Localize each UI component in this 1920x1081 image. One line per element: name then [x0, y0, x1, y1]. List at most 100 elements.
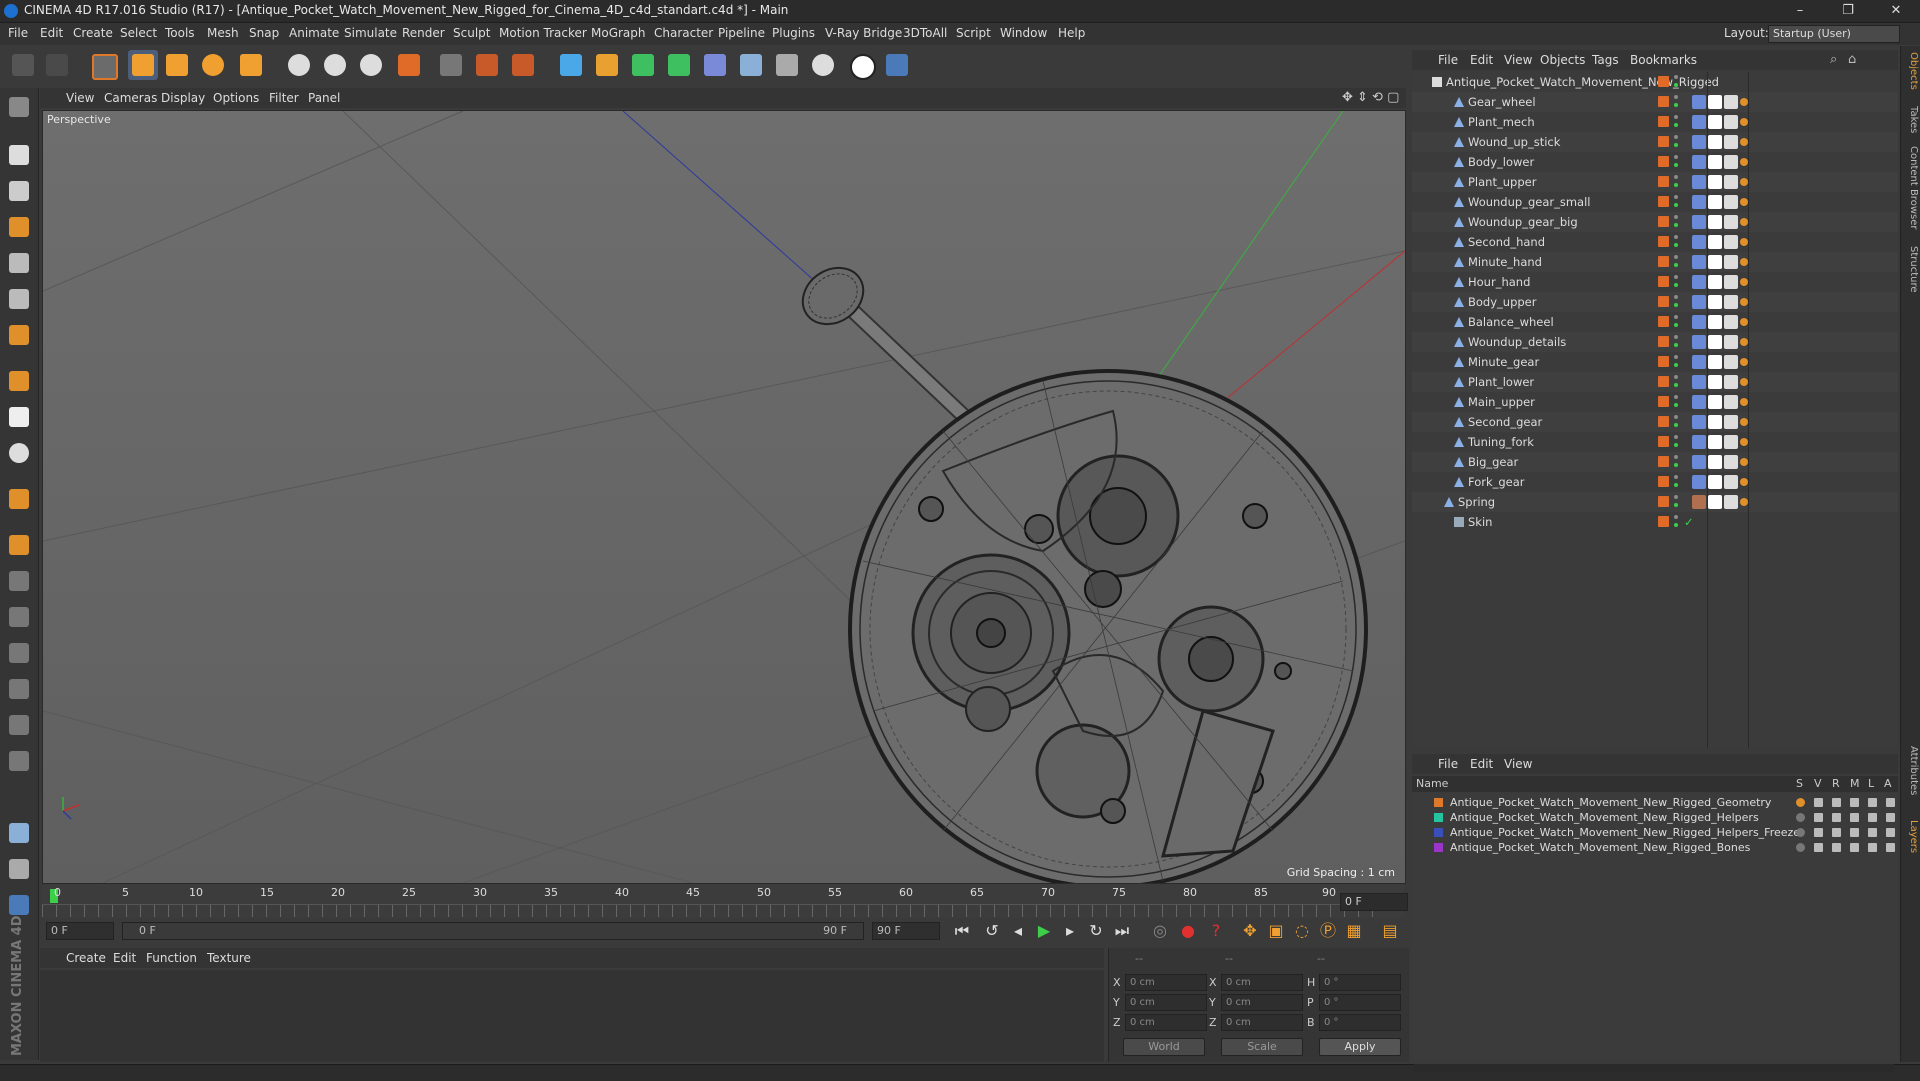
- mat-menu-create[interactable]: Create: [66, 951, 106, 965]
- manager-icon[interactable]: [1850, 843, 1859, 852]
- editor-visibility-dot[interactable]: [1674, 475, 1678, 479]
- menu-mograph[interactable]: MoGraph: [591, 26, 646, 40]
- view-icon[interactable]: [1814, 798, 1823, 807]
- next-frame-icon[interactable]: ▸: [1058, 919, 1082, 943]
- weight-tag-icon[interactable]: [1740, 178, 1748, 186]
- python-icon[interactable]: [882, 50, 912, 80]
- render-visibility-dot[interactable]: [1674, 183, 1678, 187]
- manager-icon[interactable]: [1850, 828, 1859, 837]
- layer-color-swatch[interactable]: [1434, 813, 1443, 822]
- menu-script[interactable]: Script: [956, 26, 991, 40]
- render-visibility-dot[interactable]: [1674, 323, 1678, 327]
- render-visibility-dot[interactable]: [1674, 423, 1678, 427]
- weight-tag-icon[interactable]: [1740, 238, 1748, 246]
- paint-tool-icon[interactable]: [4, 746, 34, 776]
- ik-tag-icon[interactable]: [1692, 435, 1706, 449]
- layer-menu-file[interactable]: File: [1438, 757, 1458, 771]
- object-row[interactable]: Main_upper: [1412, 392, 1898, 412]
- home-icon[interactable]: ⌂: [1848, 52, 1856, 67]
- editor-visibility-dot[interactable]: [1674, 455, 1678, 459]
- end-frame-field[interactable]: 90 F: [872, 922, 940, 940]
- mat-menu-texture[interactable]: Texture: [207, 951, 251, 965]
- ik-tag-icon[interactable]: [1692, 375, 1706, 389]
- object-row[interactable]: Skin ✓: [1412, 512, 1898, 532]
- material-tag-icon[interactable]: [1724, 495, 1738, 509]
- ik-tag-icon[interactable]: [1692, 395, 1706, 409]
- weight-tag-icon[interactable]: [1740, 458, 1748, 466]
- object-row[interactable]: Balance_wheel: [1412, 312, 1898, 332]
- editor-visibility-dot[interactable]: [1674, 395, 1678, 399]
- go-to-end-icon[interactable]: ⏭: [1110, 919, 1134, 943]
- tab-attributes[interactable]: Attributes: [1903, 746, 1919, 795]
- menu-plugins[interactable]: Plugins: [772, 26, 815, 40]
- texture-tag-icon[interactable]: [1708, 395, 1722, 409]
- menu-window[interactable]: Window: [1000, 26, 1047, 40]
- material-tag-icon[interactable]: [1724, 135, 1738, 149]
- material-tag-icon[interactable]: [1724, 335, 1738, 349]
- key-scale-icon[interactable]: ▣: [1264, 919, 1288, 943]
- animation-icon[interactable]: [1886, 828, 1895, 837]
- texture-tag-icon[interactable]: [1708, 375, 1722, 389]
- tab-layers[interactable]: Layers: [1903, 820, 1919, 853]
- material-tag-icon[interactable]: [1724, 355, 1738, 369]
- material-tag-icon[interactable]: [1724, 235, 1738, 249]
- apply-button[interactable]: Apply: [1319, 1038, 1401, 1056]
- weight-tag-icon[interactable]: [1740, 258, 1748, 266]
- size-z-field[interactable]: 0 cm: [1221, 1014, 1303, 1031]
- tab-structure[interactable]: Structure: [1903, 246, 1919, 293]
- horizontal-scrollbar[interactable]: [1414, 1064, 1894, 1072]
- object-row[interactable]: Second_gear: [1412, 412, 1898, 432]
- layer-row[interactable]: Antique_Pocket_Watch_Movement_New_Rigged…: [1412, 825, 1898, 840]
- render-visibility-dot[interactable]: [1674, 283, 1678, 287]
- tab-takes[interactable]: Takes: [1903, 106, 1919, 133]
- layer-color-swatch[interactable]: [1658, 96, 1669, 107]
- deformer-icon[interactable]: [700, 50, 730, 80]
- material-tag-icon[interactable]: [1724, 275, 1738, 289]
- material-tag-icon[interactable]: [1724, 295, 1738, 309]
- ik-tag-icon[interactable]: [1692, 495, 1706, 509]
- render-visibility-dot[interactable]: [1674, 403, 1678, 407]
- layer-color-swatch[interactable]: [1658, 136, 1669, 147]
- layer-row[interactable]: Antique_Pocket_Watch_Movement_New_Rigged…: [1412, 840, 1898, 855]
- texture-tag-icon[interactable]: [1708, 275, 1722, 289]
- layer-color-swatch[interactable]: [1434, 843, 1443, 852]
- editor-visibility-dot[interactable]: [1674, 435, 1678, 439]
- manager-icon[interactable]: [1850, 798, 1859, 807]
- live-selection-icon[interactable]: [88, 50, 118, 80]
- ik-tag-icon[interactable]: [1692, 195, 1706, 209]
- coordinate-space-select[interactable]: World: [1123, 1038, 1205, 1056]
- object-row[interactable]: Plant_mech: [1412, 112, 1898, 132]
- layer-row[interactable]: Antique_Pocket_Watch_Movement_New_Rigged…: [1412, 810, 1898, 825]
- layer-color-swatch[interactable]: [1658, 216, 1669, 227]
- object-row[interactable]: Hour_hand: [1412, 272, 1898, 292]
- undo-button[interactable]: [8, 50, 38, 80]
- render-visibility-dot[interactable]: [1674, 503, 1678, 507]
- lock-icon[interactable]: [1868, 798, 1877, 807]
- axis-mode-icon[interactable]: [4, 366, 34, 396]
- ik-tag-icon[interactable]: [1692, 175, 1706, 189]
- weight-tool-icon[interactable]: [4, 638, 34, 668]
- weight-tag-icon[interactable]: [1740, 98, 1748, 106]
- position-x-field[interactable]: 0 cm: [1125, 974, 1207, 991]
- menu-vray-bridge[interactable]: V-Ray Bridge: [825, 26, 902, 40]
- key-rotation-icon[interactable]: ◌: [1290, 919, 1314, 943]
- editor-visibility-dot[interactable]: [1674, 195, 1678, 199]
- menu-edit[interactable]: Edit: [40, 26, 63, 40]
- render-visibility-dot[interactable]: [1674, 123, 1678, 127]
- rotation-b-field[interactable]: 0 °: [1319, 1014, 1401, 1031]
- menu-character[interactable]: Character: [654, 26, 713, 40]
- camera-icon[interactable]: [772, 50, 802, 80]
- key-parameter-icon[interactable]: Ⓟ: [1316, 919, 1340, 943]
- material-tag-icon[interactable]: [1724, 395, 1738, 409]
- object-manager-list[interactable]: Antique_Pocket_Watch_Movement_New_Rigged…: [1412, 72, 1898, 748]
- vp-menu-cameras[interactable]: Cameras: [104, 91, 157, 105]
- spline-pen-icon[interactable]: [592, 50, 622, 80]
- object-row[interactable]: Plant_upper: [1412, 172, 1898, 192]
- animation-icon[interactable]: [1886, 813, 1895, 822]
- editor-visibility-dot[interactable]: [1674, 515, 1678, 519]
- search-icon[interactable]: ⌕: [1830, 52, 1837, 67]
- menu-file[interactable]: File: [8, 26, 28, 40]
- editor-visibility-dot[interactable]: [1674, 75, 1678, 79]
- position-y-field[interactable]: 0 cm: [1125, 994, 1207, 1011]
- ik-tag-icon[interactable]: [1692, 335, 1706, 349]
